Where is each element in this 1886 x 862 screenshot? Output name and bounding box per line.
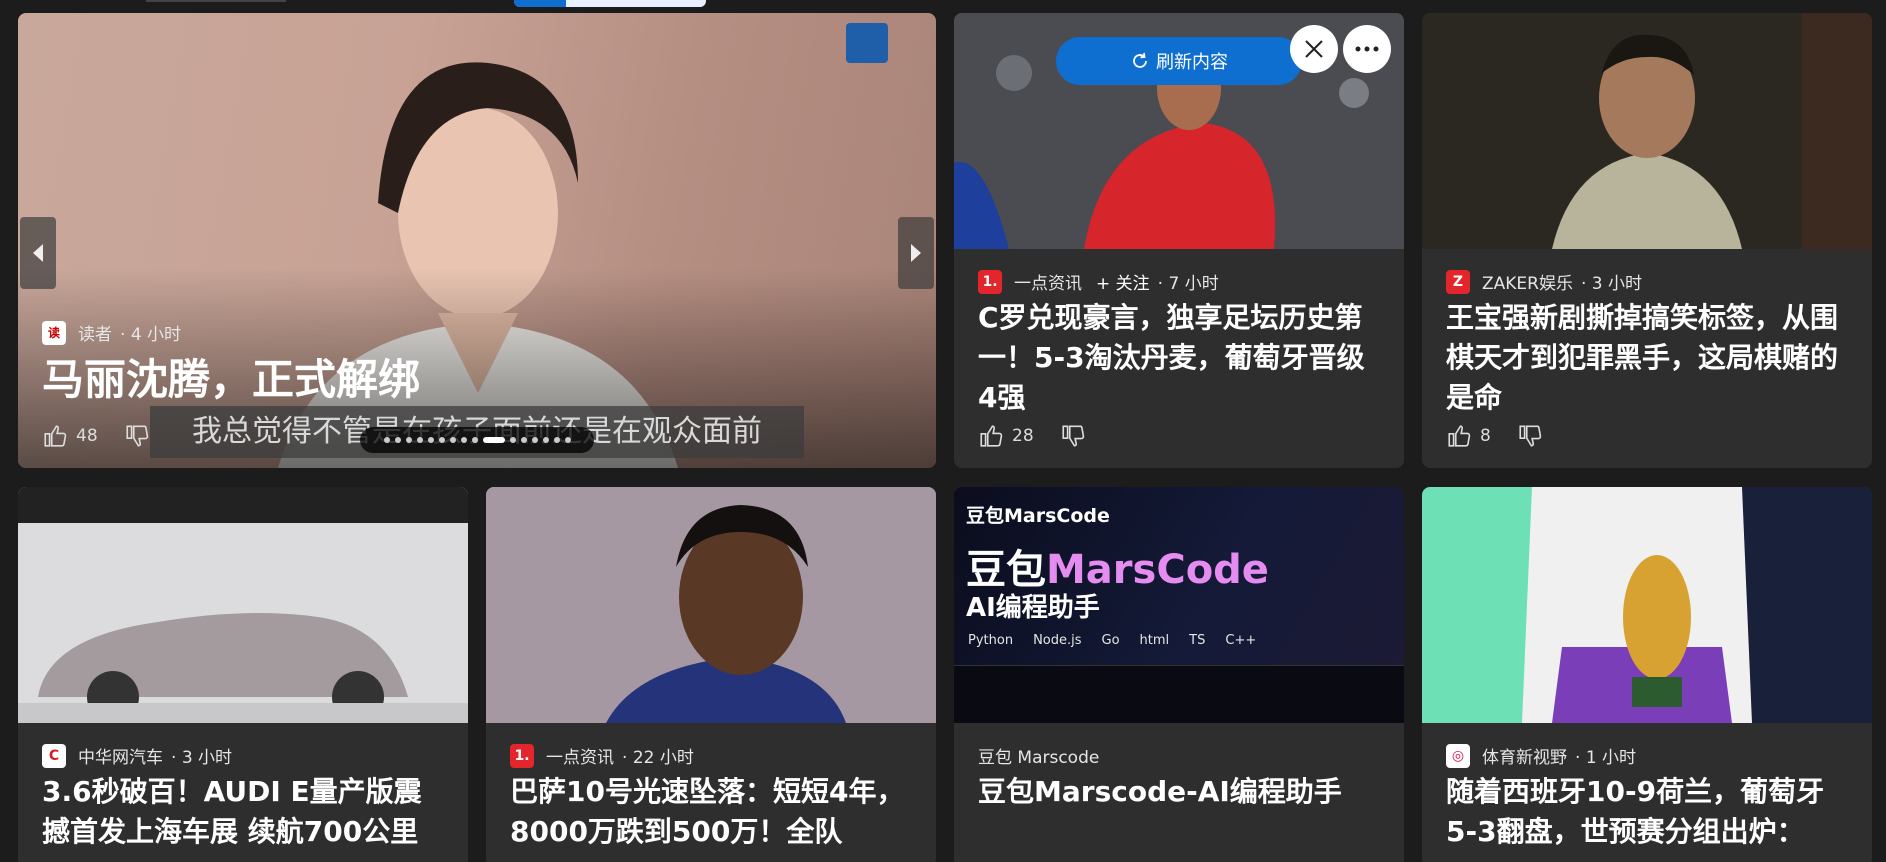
card-source-name[interactable]: 豆包 Marscode bbox=[978, 743, 1099, 768]
hero-title[interactable]: 马丽沈腾，正式解绑 bbox=[42, 352, 916, 408]
carousel-dot[interactable] bbox=[564, 437, 571, 443]
code-snippet-decoration bbox=[954, 665, 1404, 723]
ad-banner-image: 豆包MarsCode 豆包MarsCode AI编程助手 Python Node… bbox=[954, 487, 1404, 723]
card-title[interactable]: 巴萨10号光速坠落：短短4年，8000万跌到500万！全队 bbox=[510, 772, 916, 852]
thumbs-down-icon[interactable] bbox=[124, 423, 150, 449]
hero-source-name[interactable]: 读者 bbox=[78, 320, 112, 345]
thumbs-up-icon[interactable] bbox=[1446, 423, 1472, 449]
card-title[interactable]: 随着西班牙10-9荷兰，葡萄牙5-3翻盘，世预赛分组出炉： bbox=[1446, 772, 1852, 852]
lang-chip: Node.js bbox=[1033, 633, 1082, 648]
carousel-dot[interactable] bbox=[438, 437, 445, 443]
card-title[interactable]: C罗兑现豪言，独享足坛历史第一！5-3淘汰丹麦，葡萄牙晋级4强 bbox=[978, 298, 1384, 418]
source-logo-icon: 1. bbox=[510, 743, 534, 768]
carousel-dot[interactable] bbox=[509, 437, 516, 443]
hero-source-logo-icon: 读 bbox=[42, 320, 66, 345]
thumbs-up-icon[interactable] bbox=[978, 423, 1004, 449]
ad-brand: 豆包MarsCode bbox=[966, 505, 1110, 527]
carousel-dot[interactable] bbox=[471, 437, 478, 443]
follow-button[interactable]: + 关注 bbox=[1096, 269, 1150, 294]
news-card-image bbox=[1422, 13, 1872, 249]
card-time: 3 小时 bbox=[171, 743, 232, 768]
card-time: 7 小时 bbox=[1158, 269, 1218, 294]
card-source-name[interactable]: 中华网汽车 bbox=[78, 743, 163, 768]
lang-chip: TS bbox=[1189, 633, 1206, 648]
lang-chip: Python bbox=[968, 633, 1014, 648]
carousel-dot[interactable] bbox=[405, 437, 412, 443]
card-source-row: 1. 一点资讯 + 关注 7 小时 bbox=[978, 269, 1219, 294]
video-subtitle bbox=[1572, 231, 1732, 249]
carousel-dot[interactable] bbox=[394, 437, 401, 443]
more-icon bbox=[1355, 46, 1379, 52]
ad-lang-list: Python Node.js Go html TS C++ bbox=[968, 633, 1256, 648]
hero-reactions: 48 bbox=[42, 423, 150, 449]
card-reactions: 8 bbox=[1446, 423, 1543, 449]
card-time: 22 小时 bbox=[622, 743, 694, 768]
news-card[interactable]: ◎ 体育新视野 1 小时 随着西班牙10-9荷兰，葡萄牙5-3翻盘，世预赛分组出… bbox=[1422, 487, 1872, 862]
hero-like-count: 48 bbox=[76, 426, 98, 446]
card-like-count: 28 bbox=[1012, 426, 1034, 446]
card-source-row: C 中华网汽车 3 小时 bbox=[42, 743, 232, 768]
card-like-count: 8 bbox=[1480, 426, 1491, 446]
news-card[interactable]: C 中华网汽车 3 小时 3.6秒破百！AUDI E量产版震撼首发上海车展 续航… bbox=[18, 487, 468, 862]
thumbs-up-icon[interactable] bbox=[42, 423, 68, 449]
refresh-label: 刷新内容 bbox=[1156, 52, 1228, 73]
ad-card[interactable]: 豆包MarsCode 豆包MarsCode AI编程助手 Python Node… bbox=[954, 487, 1404, 862]
carousel-dot[interactable] bbox=[520, 437, 527, 443]
source-logo-icon: 1. bbox=[978, 269, 1002, 294]
lang-chip: html bbox=[1139, 633, 1170, 648]
card-time: 1 小时 bbox=[1575, 743, 1636, 768]
card-time: 3 小时 bbox=[1581, 269, 1642, 294]
carousel-dot[interactable] bbox=[416, 437, 423, 443]
top-tab-indicator bbox=[146, 0, 286, 2]
card-reactions: 28 bbox=[978, 423, 1086, 449]
lang-chip: Go bbox=[1101, 633, 1120, 648]
more-options-button[interactable] bbox=[1343, 25, 1391, 73]
news-card[interactable]: 1. 一点资讯 22 小时 巴萨10号光速坠落：短短4年，8000万跌到500万… bbox=[486, 487, 936, 862]
card-source-name[interactable]: 一点资讯 bbox=[1014, 269, 1082, 294]
chevron-left-icon bbox=[33, 244, 43, 262]
source-logo-icon: ◎ bbox=[1446, 743, 1470, 768]
hero-source-row: 读 读者 4 小时 bbox=[42, 320, 181, 345]
refresh-content-button[interactable]: 刷新内容 bbox=[1056, 37, 1302, 85]
card-source-name[interactable]: 体育新视野 bbox=[1482, 743, 1567, 768]
carousel-dot[interactable] bbox=[553, 437, 560, 443]
source-logo-icon: Z bbox=[1446, 269, 1470, 294]
news-agency-logo-icon bbox=[846, 23, 888, 63]
carousel-next-button[interactable] bbox=[898, 217, 934, 289]
thumbs-down-icon[interactable] bbox=[1517, 423, 1543, 449]
close-icon bbox=[1305, 40, 1323, 58]
top-active-tab-indicator bbox=[514, 0, 706, 7]
hero-card[interactable]: 读 读者 4 小时 马丽沈腾，正式解绑 48 我总觉得不管是在孩子面前还是在观众… bbox=[18, 13, 936, 468]
carousel-pagination[interactable] bbox=[360, 427, 594, 453]
carousel-dot[interactable] bbox=[427, 437, 434, 443]
hero-time: 4 小时 bbox=[120, 320, 181, 345]
news-card-image bbox=[18, 487, 468, 723]
card-title[interactable]: 3.6秒破百！AUDI E量产版震撼首发上海车展 续航700公里 bbox=[42, 772, 448, 852]
carousel-dot[interactable] bbox=[542, 437, 549, 443]
card-source-row: ◎ 体育新视野 1 小时 bbox=[1446, 743, 1636, 768]
carousel-dot[interactable] bbox=[531, 437, 538, 443]
carousel-dot[interactable] bbox=[383, 437, 390, 443]
chevron-right-icon bbox=[911, 244, 921, 262]
news-card-image bbox=[1422, 487, 1872, 723]
card-source-row: 1. 一点资讯 22 小时 bbox=[510, 743, 694, 768]
close-button[interactable] bbox=[1290, 25, 1338, 73]
news-card[interactable]: Z ZAKER娱乐 3 小时 王宝强新剧撕掉搞笑标签，从围棋天才到犯罪黑手，这局… bbox=[1422, 13, 1872, 468]
card-title[interactable]: 豆包Marscode-AI编程助手 bbox=[978, 772, 1384, 812]
card-source-name[interactable]: 一点资讯 bbox=[546, 743, 614, 768]
carousel-prev-button[interactable] bbox=[20, 217, 56, 289]
card-source-row: 豆包 Marscode bbox=[978, 743, 1099, 768]
lang-chip: C++ bbox=[1225, 633, 1257, 648]
thumbs-down-icon[interactable] bbox=[1060, 423, 1086, 449]
news-card-image bbox=[486, 487, 936, 723]
source-logo-icon: C bbox=[42, 743, 66, 768]
carousel-dot[interactable] bbox=[460, 437, 467, 443]
carousel-dot-active[interactable] bbox=[482, 437, 505, 443]
card-source-name[interactable]: ZAKER娱乐 bbox=[1482, 269, 1573, 294]
carousel-dot[interactable] bbox=[449, 437, 456, 443]
card-source-row: Z ZAKER娱乐 3 小时 bbox=[1446, 269, 1642, 294]
ad-subline: AI编程助手 bbox=[966, 593, 1100, 623]
card-title[interactable]: 王宝强新剧撕掉搞笑标签，从围棋天才到犯罪黑手，这局棋赌的是命 bbox=[1446, 298, 1852, 418]
refresh-icon bbox=[1133, 52, 1147, 68]
